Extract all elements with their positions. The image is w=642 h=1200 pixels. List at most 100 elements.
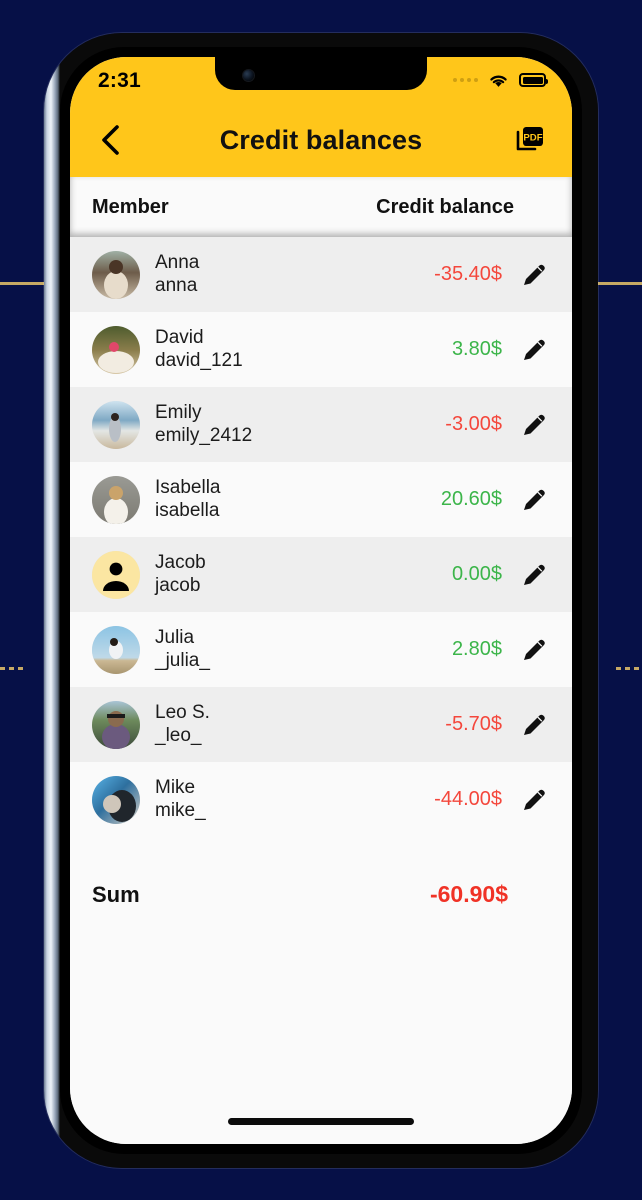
member-name: Mike [155,777,196,799]
cellular-dots-icon [453,78,478,82]
member-username: mike_ [155,799,206,821]
background-line-right-bottom [616,667,642,670]
avatar [92,550,140,599]
pencil-icon [524,789,545,810]
member-username: _julia_ [155,649,210,671]
edit-balance-button[interactable] [514,786,548,814]
photo-emily [92,400,140,449]
pdf-export-icon: PDF [516,127,543,151]
edit-balance-button[interactable] [514,411,548,439]
photo-isabella [92,475,140,524]
member-names: Julia _julia_ [155,627,210,672]
summary-label: Sum [92,881,140,907]
member-balance: -5.70$ [445,713,502,735]
pencil-icon [524,264,545,285]
summary-value: -60.90$ [429,881,508,907]
background-line-left-bottom [0,667,26,670]
edit-balance-button[interactable] [514,336,548,364]
member-name: Jacob [155,552,206,574]
notch [215,57,427,90]
home-indicator[interactable] [228,1118,414,1125]
member-username: emily_2412 [155,424,253,446]
member-names: David david_121 [155,327,243,372]
back-button[interactable] [90,120,130,160]
pencil-icon [524,714,545,735]
photo-anna [92,250,140,299]
column-header-balance: Credit balance [376,195,514,218]
phone-screen: 2:31 Credit balances PDF Member Credit b… [70,57,572,1144]
pencil-icon [524,339,545,360]
member-name: Leo S. [155,702,210,724]
title-bar: Credit balances PDF [70,103,572,177]
member-name: Emily [155,402,202,424]
member-name: Isabella [155,477,221,499]
photo-julia [92,625,140,674]
edit-balance-button[interactable] [514,261,548,289]
avatar [92,700,140,749]
avatar [92,400,140,449]
member-balance: 0.00$ [451,563,502,585]
table-row[interactable]: Leo S. _leo_ -5.70$ [70,687,572,762]
member-username: isabella [155,499,220,521]
edit-balance-button[interactable] [514,486,548,514]
avatar [92,325,140,374]
member-name: David [155,327,204,349]
member-username: jacob [155,574,201,596]
edit-balance-button[interactable] [514,636,548,664]
member-names: Anna anna [155,252,199,297]
summary-row: Sum -60.90$ [70,837,572,908]
pdf-export-button[interactable]: PDF [510,120,550,160]
battery-full-icon [519,73,548,87]
pencil-icon [524,639,545,660]
person-placeholder-icon [92,550,140,599]
pencil-icon [524,489,545,510]
member-balance: 2.80$ [451,638,502,660]
member-name: Anna [155,252,200,274]
member-balance: -35.40$ [434,263,502,285]
status-time: 2:31 [98,68,141,92]
avatar [92,250,140,299]
member-names: Jacob jacob [155,552,206,597]
member-username: anna [155,274,198,296]
avatar [92,775,140,824]
phone-bezel: 2:31 Credit balances PDF Member Credit b… [60,47,582,1154]
column-header-member: Member [92,195,169,218]
member-names: Isabella isabella [155,477,221,522]
svg-text:PDF: PDF [523,132,542,143]
table-row[interactable]: Jacob jacob 0.00$ [70,537,572,612]
photo-mike [92,775,140,824]
member-username: _leo_ [155,724,202,746]
member-list: Anna anna -35.40$ David david_121 3.80$ Emily e… [70,237,572,837]
photo-leo [92,700,140,749]
edit-balance-button[interactable] [514,711,548,739]
table-row[interactable]: Isabella isabella 20.60$ [70,462,572,537]
pencil-icon [524,414,545,435]
member-names: Mike mike_ [155,777,206,822]
table-row[interactable]: Mike mike_ -44.00$ [70,762,572,837]
member-balance: -3.00$ [445,413,502,435]
member-names: Emily emily_2412 [155,402,252,447]
member-name: Julia [155,627,195,649]
page-title: Credit balances [219,124,423,155]
table-row[interactable]: Emily emily_2412 -3.00$ [70,387,572,462]
member-username: david_121 [155,349,243,371]
member-names: Leo S. _leo_ [155,702,210,747]
front-camera-icon [243,70,254,81]
photo-david [92,325,140,374]
phone-frame: 2:31 Credit balances PDF Member Credit b… [44,33,598,1168]
member-balance: 20.60$ [440,488,502,510]
pencil-icon [524,564,545,585]
avatar [92,475,140,524]
chevron-left-icon [102,125,119,155]
table-column-header: Member Credit balance [70,177,572,237]
table-row[interactable]: Anna anna -35.40$ [70,237,572,312]
avatar [92,625,140,674]
empty-space [70,908,572,1144]
edit-balance-button[interactable] [514,561,548,589]
table-row[interactable]: David david_121 3.80$ [70,312,572,387]
wifi-icon [490,75,507,87]
member-balance: 3.80$ [451,338,502,360]
member-balance: -44.00$ [434,788,502,810]
background-line-right-top [598,282,642,285]
table-row[interactable]: Julia _julia_ 2.80$ [70,612,572,687]
